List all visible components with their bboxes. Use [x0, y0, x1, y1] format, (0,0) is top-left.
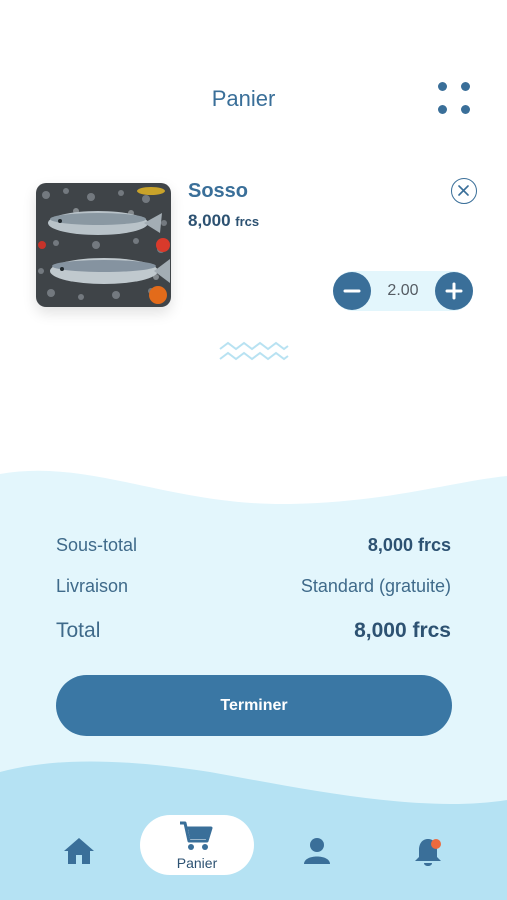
user-icon[interactable] — [303, 837, 331, 870]
bell-icon[interactable] — [413, 836, 445, 873]
wave-divider-icon — [219, 341, 289, 361]
page-title: Panier — [211, 86, 276, 111]
price-amount: 8,000 — [188, 211, 231, 230]
close-circle-icon[interactable] — [451, 178, 477, 204]
notification-badge — [431, 839, 441, 849]
cart-icon — [180, 821, 213, 850]
product-price: 8,000 frcs — [188, 211, 259, 231]
total-value: 8,000 frcs — [354, 619, 451, 642]
delivery-value: Standard (gratuite) — [300, 576, 451, 596]
subtotal-value: 8,000 frcs — [367, 535, 451, 555]
bottom-nav-background — [0, 761, 507, 900]
delivery-label: Livraison — [56, 576, 129, 596]
total-label: Total — [56, 619, 101, 642]
quantity-value: 2.00 — [387, 282, 419, 299]
subtotal-label: Sous-total — [56, 535, 138, 555]
nav-label-cart: Panier — [176, 855, 218, 871]
nav-item-cart[interactable]: Panier — [140, 815, 254, 875]
quantity-stepper: 2.00 — [333, 271, 473, 311]
price-unit: frcs — [235, 214, 260, 229]
product-image — [36, 183, 171, 307]
product-name: Sosso — [188, 180, 249, 202]
plus-icon[interactable] — [435, 272, 473, 310]
finish-button[interactable]: Terminer — [56, 675, 452, 736]
minus-icon[interactable] — [333, 272, 371, 310]
grid-dots-icon[interactable] — [436, 80, 474, 118]
home-icon[interactable] — [63, 836, 95, 871]
